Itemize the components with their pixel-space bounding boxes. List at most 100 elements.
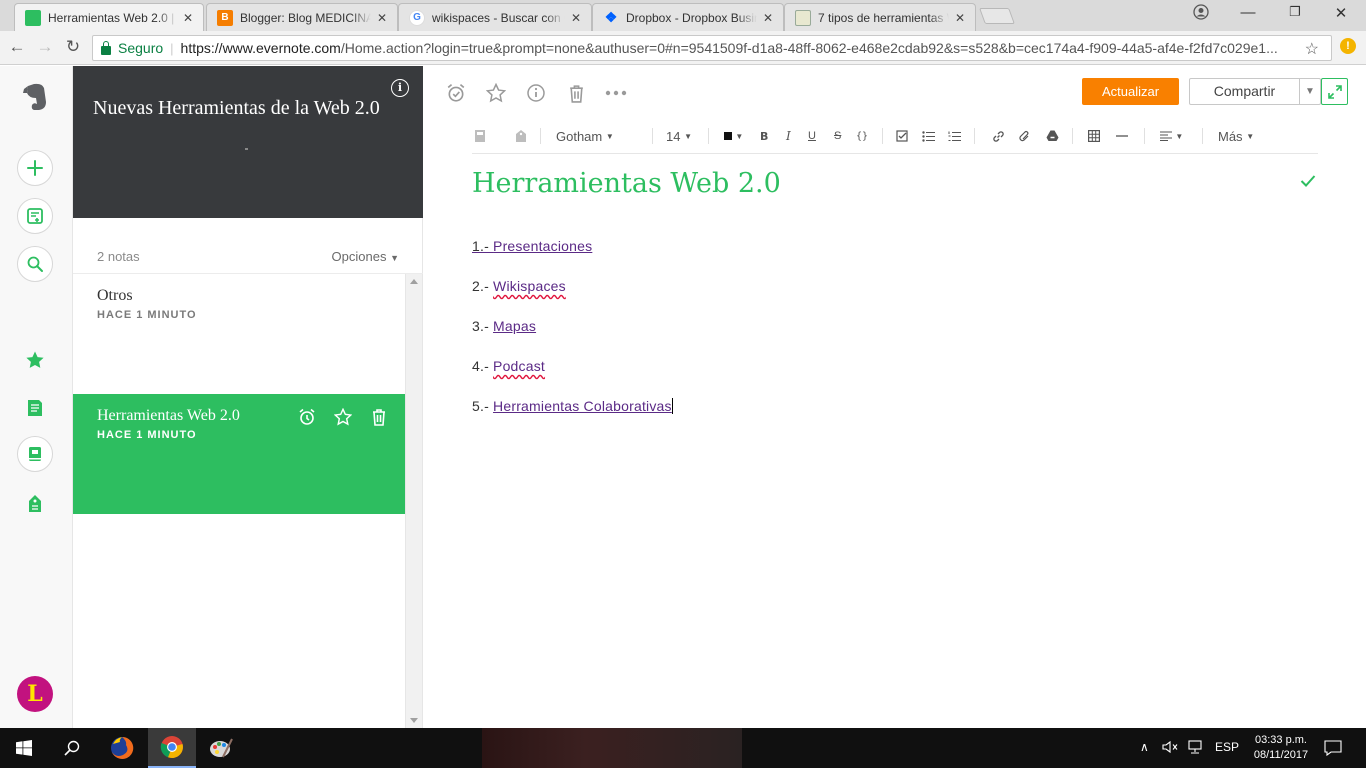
text-cursor: [671, 398, 673, 414]
link-icon[interactable]: [992, 127, 1005, 145]
link-wikispaces[interactable]: Wikispaces: [493, 278, 566, 294]
forward-icon[interactable]: →: [34, 37, 56, 57]
tab-evernote[interactable]: Herramientas Web 2.0 | Evernote Web ✕: [14, 3, 204, 31]
taskbar: ∧ ESP 03:33 p.m. 08/11/2017: [0, 728, 1366, 768]
reload-icon[interactable]: ↻: [62, 37, 84, 57]
text-color-dropdown[interactable]: ▼: [724, 127, 743, 145]
more-formatting-dropdown[interactable]: Más ▼: [1218, 127, 1254, 145]
notifications-icon[interactable]: [1324, 740, 1342, 759]
item-number: 3.-: [472, 318, 494, 334]
scroll-down-icon[interactable]: [410, 718, 418, 723]
note-template-icon[interactable]: [474, 127, 486, 145]
start-windows-icon[interactable]: [0, 728, 48, 768]
expand-icon[interactable]: [1321, 78, 1348, 105]
page-icon: [795, 9, 811, 26]
bold-icon[interactable]: B: [760, 127, 768, 145]
link-mapas[interactable]: Mapas: [493, 318, 536, 334]
chevron-down-icon: ▼: [1246, 131, 1255, 141]
volume-muted-icon[interactable]: [1162, 740, 1178, 757]
note-card-selected[interactable]: Herramientas Web 2.0 HACE 1 MINUTO: [73, 394, 406, 514]
restore-icon[interactable]: ❐: [1285, 4, 1305, 20]
italic-icon[interactable]: I: [786, 127, 791, 145]
firefox-icon[interactable]: [98, 728, 146, 768]
url-text: https://www.evernote.com/Home.action?log…: [181, 40, 1278, 56]
font-size-dropdown[interactable]: 14 ▼: [666, 127, 692, 145]
notebook-info-icon[interactable]: i: [391, 79, 409, 97]
close-icon[interactable]: ✕: [181, 11, 195, 25]
search-icon[interactable]: [48, 728, 96, 768]
link-podcast[interactable]: Podcast: [493, 358, 545, 374]
saved-check-icon: [1300, 174, 1316, 190]
share-button[interactable]: Compartir ▼: [1189, 78, 1321, 105]
chrome-icon[interactable]: [148, 728, 196, 768]
shortcut-star-icon[interactable]: [484, 81, 508, 105]
evernote-logo-icon[interactable]: [21, 82, 49, 112]
note-title[interactable]: Herramientas Web 2.0: [472, 168, 781, 199]
reminder-alarm-icon[interactable]: [444, 81, 468, 105]
tab-dropbox[interactable]: ❖ Dropbox - Dropbox Business ✕: [592, 3, 784, 31]
wallpaper-strip: [482, 728, 742, 768]
chevron-down-icon: ▼: [1175, 131, 1184, 141]
code-block-icon[interactable]: {}: [856, 127, 868, 145]
tab-google[interactable]: G wikispaces - Buscar con Google ✕: [398, 3, 592, 31]
google-drive-icon[interactable]: [1046, 127, 1059, 145]
checkbox-icon[interactable]: [896, 127, 908, 145]
attachment-icon[interactable]: [1018, 127, 1031, 145]
bookmark-star-icon[interactable]: ☆: [1305, 39, 1319, 59]
shortcut-star-icon[interactable]: [332, 406, 354, 428]
user-avatar[interactable]: L: [17, 676, 53, 712]
new-chat-icon[interactable]: [17, 198, 53, 234]
search-icon[interactable]: [17, 246, 53, 282]
close-icon[interactable]: ✕: [375, 11, 389, 25]
tag-icon[interactable]: [515, 127, 527, 145]
underline-icon[interactable]: U: [808, 127, 816, 145]
note-card-time: HACE 1 MINUTO: [97, 429, 197, 441]
font-family-dropdown[interactable]: Gotham ▼: [556, 127, 614, 145]
reminder-alarm-icon[interactable]: [296, 406, 318, 428]
show-hidden-icons-icon[interactable]: ∧: [1140, 740, 1149, 754]
new-note-icon[interactable]: [17, 150, 53, 186]
delete-trash-icon[interactable]: [564, 81, 588, 105]
back-icon[interactable]: ←: [6, 37, 28, 57]
note-card[interactable]: Otros HACE 1 MINUTO: [73, 274, 406, 394]
update-button[interactable]: Actualizar: [1082, 78, 1179, 105]
share-dropdown-icon[interactable]: ▼: [1299, 79, 1320, 104]
numbered-list-icon[interactable]: [948, 127, 961, 145]
close-icon[interactable]: ✕: [569, 11, 583, 25]
note-body[interactable]: 1.- Presentaciones 2.- Wikispaces 3.- Ma…: [472, 238, 673, 438]
tags-icon[interactable]: [24, 492, 46, 514]
horizontal-rule-icon[interactable]: [1116, 127, 1128, 145]
align-dropdown[interactable]: ▼: [1160, 127, 1183, 145]
notebooks-icon[interactable]: [17, 436, 53, 472]
address-bar[interactable]: Seguro | https://www.evernote.com/Home.a…: [92, 35, 1332, 61]
close-icon[interactable]: ✕: [953, 11, 967, 25]
network-icon[interactable]: [1187, 740, 1203, 757]
close-icon[interactable]: ✕: [761, 11, 775, 25]
minimize-icon[interactable]: —: [1238, 4, 1258, 21]
extension-alert-icon[interactable]: !: [1340, 38, 1356, 54]
link-presentaciones[interactable]: Presentaciones: [493, 238, 592, 254]
shortcuts-star-icon[interactable]: [24, 349, 46, 371]
table-icon[interactable]: [1088, 127, 1100, 145]
browser-toolbar: ← → ↻ Seguro | https://www.evernote.com/…: [0, 31, 1366, 65]
input-language[interactable]: ESP: [1215, 740, 1239, 754]
window-close-icon[interactable]: ✕: [1331, 4, 1351, 22]
list-item: 1.- Presentaciones: [472, 238, 673, 278]
tab-herramientas[interactable]: 7 tipos de herramientas Web ✕: [784, 3, 976, 31]
system-clock[interactable]: 03:33 p.m. 08/11/2017: [1246, 733, 1316, 763]
delete-trash-icon[interactable]: [368, 406, 390, 428]
strikethrough-icon[interactable]: S: [834, 127, 841, 145]
more-dots-icon[interactable]: [604, 81, 628, 105]
scroll-up-icon[interactable]: [410, 279, 418, 284]
new-tab-button[interactable]: [979, 8, 1015, 24]
paint-icon[interactable]: [197, 728, 245, 768]
link-herramientas-colaborativas[interactable]: Herramientas Colaborativas: [493, 398, 672, 414]
tab-blogger[interactable]: B Blogger: Blog MEDICINA ✕: [206, 3, 398, 31]
notes-icon[interactable]: [24, 397, 46, 419]
profile-icon[interactable]: [1191, 4, 1211, 24]
bulleted-list-icon[interactable]: [922, 127, 935, 145]
note-list-scrollbar[interactable]: [405, 274, 422, 728]
note-info-icon[interactable]: [524, 81, 548, 105]
options-dropdown[interactable]: Opciones ▼: [332, 249, 399, 264]
options-label: Opciones: [331, 249, 387, 264]
